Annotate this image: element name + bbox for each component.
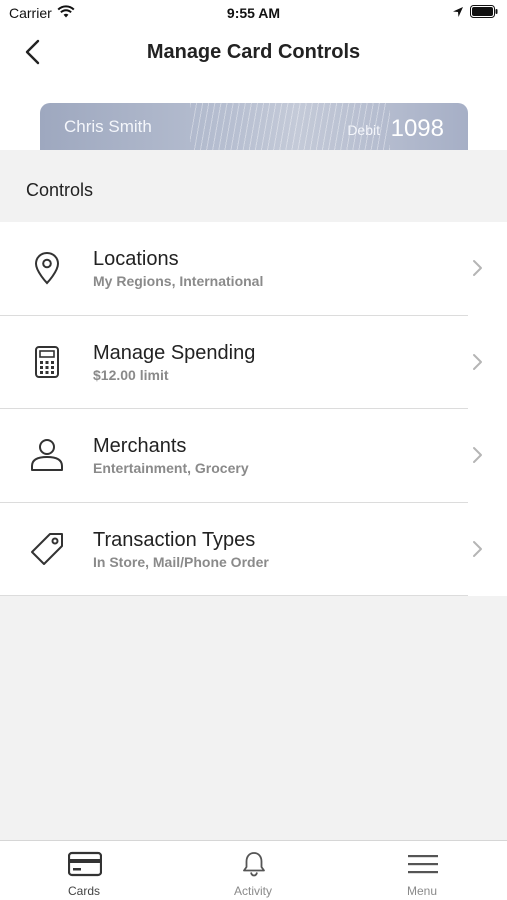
control-row-merchants[interactable]: Merchants Entertainment, Grocery — [0, 409, 507, 503]
debit-card[interactable]: Chris Smith Debit 1098 — [40, 103, 468, 150]
status-time: 9:55 AM — [226, 5, 281, 21]
row-title: Locations — [93, 248, 179, 270]
menu-icon — [408, 855, 438, 874]
control-row-manage-spending[interactable]: Manage Spending $12.00 limit — [0, 315, 507, 409]
tab-activity[interactable]: Activity — [193, 841, 313, 900]
tab-menu[interactable]: Menu — [362, 841, 482, 900]
location-arrow-icon — [452, 5, 464, 21]
card-last4: 1098 — [390, 115, 444, 142]
control-row-transaction-types[interactable]: Transaction Types In Store, Mail/Phone O… — [0, 502, 507, 596]
row-divider — [0, 595, 468, 596]
controls-list: Locations My Regions, International Mana… — [0, 222, 507, 596]
chevron-right-icon — [473, 353, 482, 370]
status-right — [452, 5, 498, 21]
tab-label: Activity — [233, 884, 272, 898]
location-pin-icon — [34, 251, 60, 285]
battery-icon — [470, 5, 498, 21]
section-label: Controls — [26, 180, 94, 200]
chevron-right-icon — [473, 540, 482, 557]
person-icon — [31, 439, 63, 471]
tab-bar: Cards Activity Menu — [0, 840, 507, 900]
card-strip: Chris Smith Debit 1098 — [0, 76, 507, 150]
row-subtitle: My Regions, International — [93, 273, 264, 289]
calculator-icon — [35, 345, 59, 378]
tab-label: Cards — [67, 884, 100, 898]
row-title: Manage Spending — [93, 341, 256, 364]
tag-icon — [31, 532, 63, 565]
row-subtitle: In Store, Mail/Phone Order — [93, 553, 269, 570]
page-title: Manage Card Controls — [146, 41, 361, 63]
bell-icon — [243, 852, 265, 877]
section-header: Controls — [0, 150, 507, 222]
row-subtitle: $12.00 limit — [93, 366, 169, 383]
nav-bar: Manage Card Controls — [0, 28, 507, 76]
card-holder-name: Chris Smith — [64, 117, 152, 136]
status-bar: Carrier 9:55 AM — [0, 0, 507, 28]
tab-cards[interactable]: Cards — [24, 841, 144, 900]
row-title: Merchants — [93, 435, 187, 457]
row-subtitle: Entertainment, Grocery — [93, 460, 249, 476]
tab-label: Menu — [406, 884, 438, 898]
card-icon — [68, 851, 102, 877]
control-row-locations[interactable]: Locations My Regions, International — [0, 222, 507, 316]
row-title: Transaction Types — [93, 528, 256, 551]
card-type: Debit — [347, 122, 380, 138]
chevron-right-icon — [473, 260, 482, 276]
chevron-right-icon — [473, 447, 482, 463]
